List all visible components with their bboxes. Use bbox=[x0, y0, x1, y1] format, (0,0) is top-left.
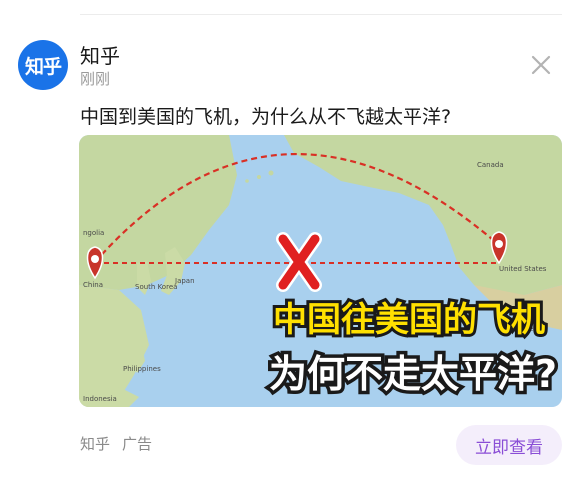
post-time: 刚刚 bbox=[80, 70, 111, 88]
top-divider bbox=[80, 14, 562, 15]
map-label-united-states: United States bbox=[499, 265, 547, 273]
pacific-route-map: ngolia China South Korea Japan Philippin… bbox=[79, 135, 562, 407]
map-label-canada: Canada bbox=[477, 161, 504, 169]
aleutian-island bbox=[245, 179, 249, 183]
map-label-south-korea: South Korea bbox=[135, 283, 177, 291]
map-label-japan: Japan bbox=[174, 277, 195, 285]
aleutian-island bbox=[268, 170, 274, 176]
ad-overlay-line2: 为何不走太平洋? bbox=[269, 352, 557, 396]
ad-source[interactable]: 知乎 bbox=[80, 433, 110, 454]
ad-label: 广告 bbox=[122, 435, 153, 453]
ad-overlay-line1: 中国往美国的飞机 bbox=[273, 300, 545, 340]
close-icon[interactable] bbox=[528, 52, 554, 78]
author-name[interactable]: 知乎 bbox=[80, 40, 120, 69]
aleutian-island bbox=[257, 175, 261, 179]
map-label-indonesia: Indonesia bbox=[83, 395, 117, 403]
ad-image[interactable]: ngolia China South Korea Japan Philippin… bbox=[79, 135, 562, 407]
avatar[interactable]: 知乎 bbox=[18, 40, 68, 90]
view-now-button[interactable]: 立即查看 bbox=[456, 425, 562, 465]
map-label-china: China bbox=[83, 281, 103, 289]
map-label-mongolia: ngolia bbox=[83, 229, 104, 237]
map-label-philippines: Philippines bbox=[123, 365, 161, 373]
ad-headline[interactable]: 中国到美国的飞机，为什么从不飞越太平洋? bbox=[80, 102, 451, 129]
